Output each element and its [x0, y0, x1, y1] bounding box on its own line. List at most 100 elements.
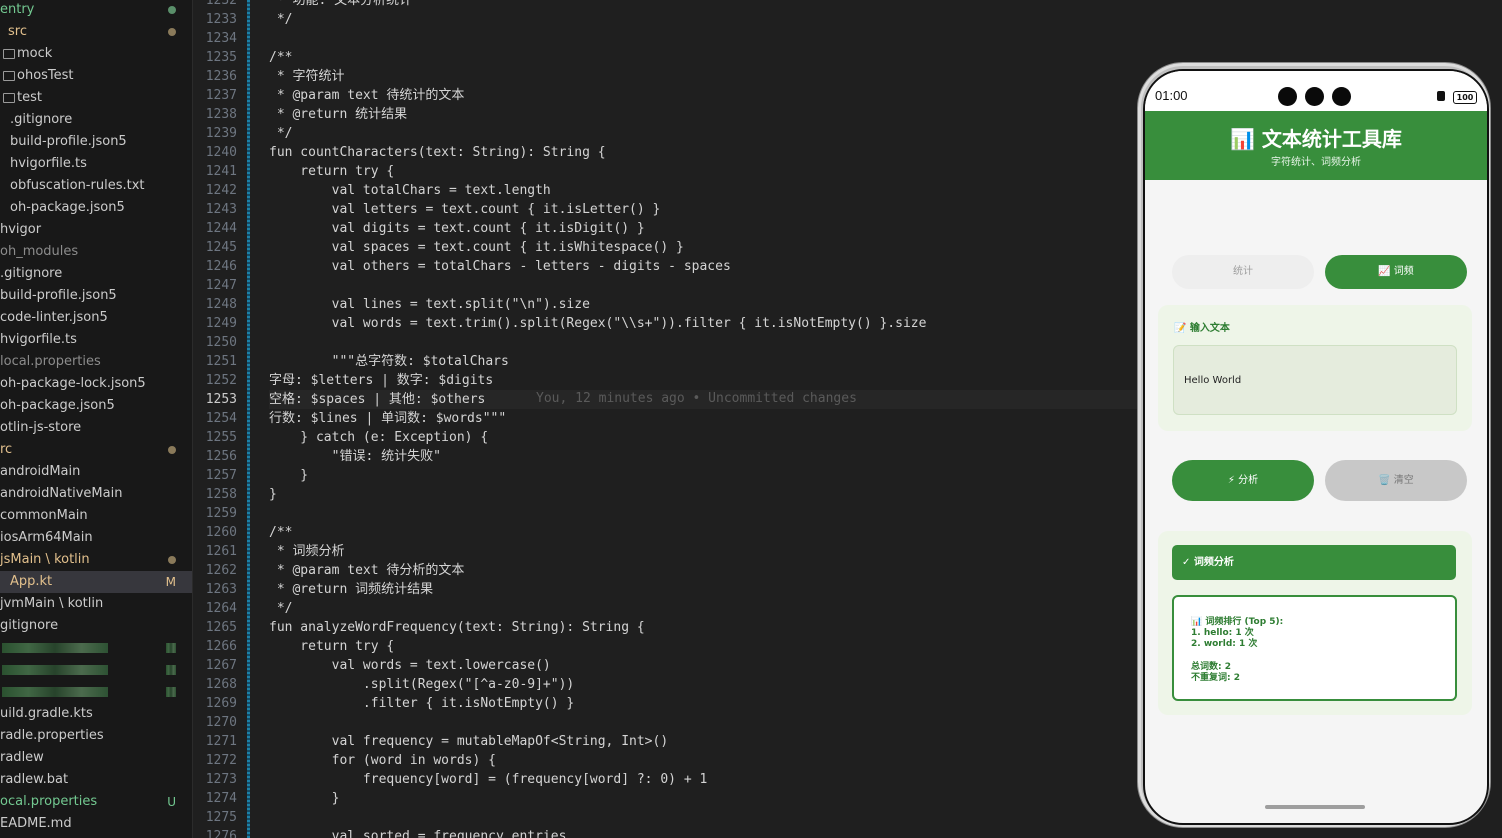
code-line[interactable]: /**	[269, 523, 292, 542]
code-line[interactable]: */	[269, 599, 293, 618]
code-line[interactable]: val frequency = mutableMapOf<String, Int…	[269, 732, 669, 751]
git-status-dot	[168, 446, 176, 454]
status-time: 01:00	[1155, 88, 1188, 103]
analyze-button[interactable]: ⚡ 分析	[1172, 460, 1314, 501]
code-line[interactable]: .filter { it.isNotEmpty() }	[269, 694, 574, 713]
code-line[interactable]: }	[269, 485, 277, 504]
code-line[interactable]: val letters = text.count { it.isLetter()…	[269, 200, 661, 219]
sidebar-item[interactable]: code-linter.json5	[0, 307, 192, 329]
code-line[interactable]: """总字符数: $totalChars	[269, 352, 509, 371]
code-line[interactable]: * 词频分析	[269, 542, 345, 561]
sidebar-item[interactable]: hvigorfile.ts	[0, 329, 192, 351]
line-number: 1268	[205, 677, 237, 692]
sidebar-item[interactable]: radlew	[0, 747, 192, 769]
code-line[interactable]: */	[269, 124, 293, 143]
code-line[interactable]: * @return 统计结果	[269, 105, 407, 124]
code-line[interactable]: * @return 词频统计结果	[269, 580, 433, 599]
code-line[interactable]: * 功能: 文本分析统计	[269, 0, 412, 10]
tab-word-frequency[interactable]: 📈 词频	[1325, 255, 1467, 289]
sidebar-item-redacted[interactable]	[0, 659, 192, 681]
sidebar-item[interactable]: hvigor	[0, 219, 192, 241]
code-line[interactable]: val others = totalChars - letters - digi…	[269, 257, 731, 276]
code-line[interactable]: val sorted = frequency.entries	[269, 827, 567, 838]
line-number: 1242	[205, 183, 237, 198]
sidebar-item[interactable]: obfuscation-rules.txt	[0, 175, 192, 197]
sidebar-item[interactable]: ocal.properties U	[0, 791, 192, 813]
sidebar-item[interactable]: commonMain	[0, 505, 192, 527]
sidebar-item[interactable]: oh_modules	[0, 241, 192, 263]
code-line[interactable]: * @param text 待分析的文本	[269, 561, 465, 580]
git-diff-indicator	[247, 0, 250, 838]
sidebar-item[interactable]: otlin-js-store	[0, 417, 192, 439]
sidebar-item-label: build-profile.json5	[10, 134, 127, 149]
home-indicator[interactable]	[1265, 805, 1365, 809]
line-number: 1255	[205, 430, 237, 445]
sidebar-item[interactable]: jvmMain \ kotlin	[0, 593, 192, 615]
code-line[interactable]: 字母: $letters | 数字: $digits	[269, 371, 493, 390]
code-line[interactable]: .split(Regex("[^a-z0-9]+"))	[269, 675, 574, 694]
sidebar-item[interactable]: build-profile.json5	[0, 285, 192, 307]
code-line[interactable]: return try {	[269, 162, 394, 181]
sidebar-item[interactable]: radle.properties	[0, 725, 192, 747]
code-line[interactable]: val lines = text.split("\n").size	[269, 295, 590, 314]
clear-button[interactable]: 🗑️ 清空	[1325, 460, 1467, 501]
sidebar-item[interactable]: build-profile.json5	[0, 131, 192, 153]
sidebar-item[interactable]: oh-package.json5	[0, 197, 192, 219]
code-line[interactable]: frequency[word] = (frequency[word] ?: 0)…	[269, 770, 707, 789]
line-number: 1276	[205, 829, 237, 838]
sidebar-item[interactable]: mock	[0, 43, 192, 65]
sidebar-item[interactable]: iosArm64Main	[0, 527, 192, 549]
sidebar-item[interactable]: rc	[0, 439, 192, 461]
sidebar-item[interactable]: hvigorfile.ts	[0, 153, 192, 175]
text-input[interactable]: Hello World	[1173, 345, 1457, 415]
code-line[interactable]: val totalChars = text.length	[269, 181, 551, 200]
line-number: 1232	[205, 0, 237, 8]
sidebar-item[interactable]: entry	[0, 0, 192, 21]
line-number: 1260	[205, 525, 237, 540]
tab-statistics[interactable]: 统计	[1172, 255, 1314, 289]
code-line[interactable]: val digits = text.count { it.isDigit() }	[269, 219, 645, 238]
sidebar-item-redacted[interactable]	[0, 637, 192, 659]
line-number: 1244	[205, 221, 237, 236]
code-line[interactable]: val words = text.lowercase()	[269, 656, 551, 675]
sidebar-item[interactable]: .gitignore	[0, 263, 192, 285]
result-box: 📊 词频排行 (Top 5): 1. hello: 1 次 2. world: …	[1172, 595, 1457, 701]
code-line[interactable]: fun analyzeWordFrequency(text: String): …	[269, 618, 645, 637]
code-line[interactable]: "错误: 统计失败"	[269, 447, 441, 466]
code-line[interactable]: * @param text 待统计的文本	[269, 86, 465, 105]
sidebar-item[interactable]: EADME.md	[0, 813, 192, 835]
sidebar-item[interactable]: oh-package.json5	[0, 395, 192, 417]
sidebar-item[interactable]: radlew.bat	[0, 769, 192, 791]
sidebar-item[interactable]: ohosTest	[0, 65, 192, 87]
sidebar-item[interactable]: uild.gradle.kts	[0, 703, 192, 725]
result-line: 不重复词: 2	[1191, 673, 1240, 683]
sidebar-item[interactable]: oh-package-lock.json5	[0, 373, 192, 395]
code-line[interactable]: */	[269, 10, 293, 29]
sidebar-item[interactable]: local.properties	[0, 351, 192, 373]
sidebar-item-label: test	[17, 90, 42, 105]
code-line[interactable]: * 字符统计	[269, 67, 345, 86]
code-line[interactable]: val spaces = text.count { it.isWhitespac…	[269, 238, 684, 257]
sidebar-item[interactable]: jsMain \ kotlin	[0, 549, 192, 571]
sidebar-item[interactable]: androidMain	[0, 461, 192, 483]
code-line[interactable]: for (word in words) {	[269, 751, 496, 770]
code-line[interactable]: }	[269, 789, 340, 808]
git-status-dot	[168, 28, 176, 36]
sidebar-item[interactable]: androidNativeMain	[0, 483, 192, 505]
line-number: 1241	[205, 164, 237, 179]
code-line[interactable]: /**	[269, 48, 292, 67]
code-line[interactable]: return try {	[269, 637, 394, 656]
sidebar-item[interactable]: App.kt M	[0, 571, 192, 593]
sidebar-item[interactable]: gitignore	[0, 615, 192, 637]
code-line[interactable]: val words = text.trim().split(Regex("\\s…	[269, 314, 927, 333]
sidebar-item[interactable]: .gitignore	[0, 109, 192, 131]
git-status-badge: M	[165, 575, 176, 589]
sidebar-item[interactable]: src	[0, 21, 192, 43]
code-line[interactable]: }	[269, 466, 308, 485]
sidebar-item-redacted[interactable]	[0, 681, 192, 703]
folder-icon	[3, 71, 15, 81]
code-line[interactable]: 行数: $lines | 单词数: $words"""	[269, 409, 506, 428]
sidebar-item[interactable]: test	[0, 87, 192, 109]
code-line[interactable]: } catch (e: Exception) {	[269, 428, 488, 447]
code-line[interactable]: fun countCharacters(text: String): Strin…	[269, 143, 606, 162]
